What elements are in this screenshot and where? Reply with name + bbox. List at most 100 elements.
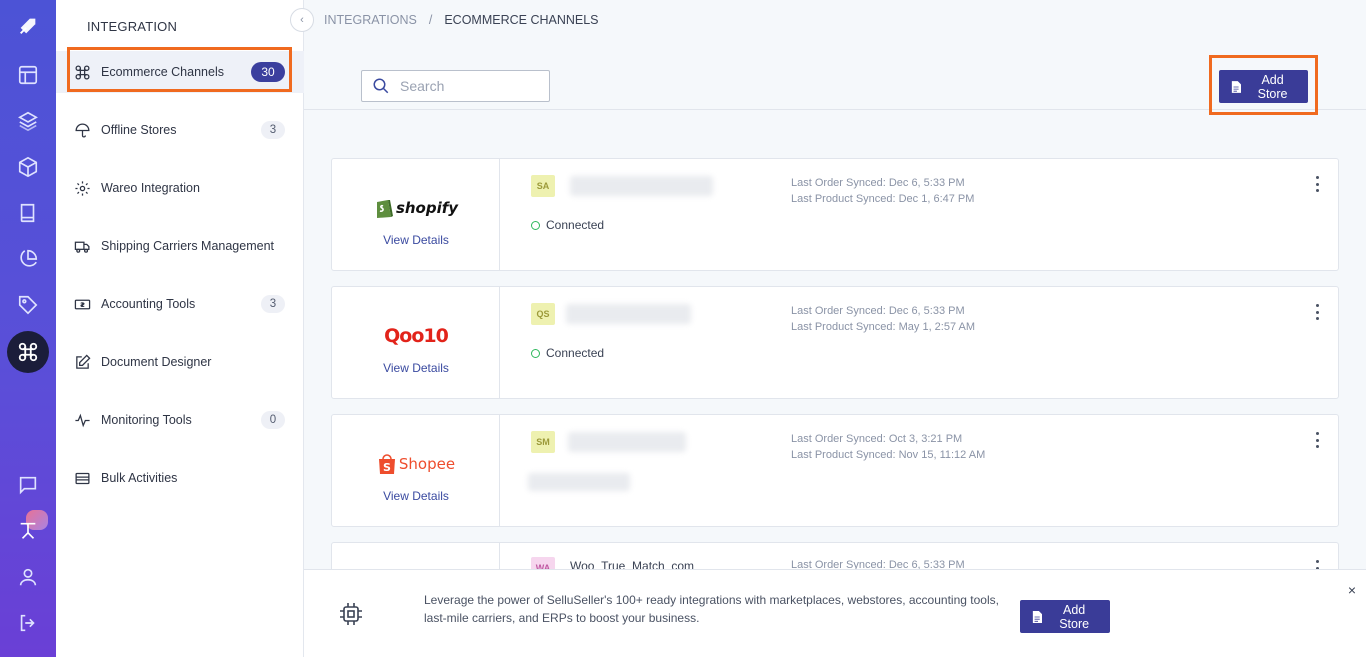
store-name-redacted [568, 432, 686, 452]
layout-icon[interactable] [14, 61, 42, 89]
more-options-icon[interactable] [1312, 304, 1322, 320]
add-store-button[interactable]: Add Store [1219, 70, 1308, 103]
last-product-synced: Last Product Synced: May 1, 2:57 AM [791, 321, 976, 333]
layers-icon[interactable] [14, 107, 42, 135]
store-name-redacted [566, 304, 691, 324]
command-icon [73, 63, 91, 81]
sidebar-item-monitoring-tools[interactable]: Monitoring Tools 0 [56, 399, 304, 441]
monitor-icon[interactable] [14, 517, 42, 545]
pie-chart-icon[interactable] [14, 245, 42, 273]
integration-command-icon[interactable] [7, 331, 49, 373]
sidebar-item-label: Ecommerce Channels [101, 65, 224, 79]
edit-icon [73, 353, 91, 371]
breadcrumb-separator: / [428, 13, 433, 27]
umbrella-icon [73, 121, 91, 139]
sidebar-item-label: Offline Stores [101, 123, 177, 137]
platform-cell: S Shopee View Details [332, 415, 500, 526]
connection-status: Connected [531, 346, 604, 360]
tag-icon[interactable] [14, 291, 42, 319]
store-card: shopify View Details SA Connected Last O… [331, 158, 1339, 271]
last-order-synced: Last Order Synced: Oct 3, 3:21 PM [791, 433, 963, 445]
sync-info: Last Order Synced: Dec 6, 5:33 PM Last P… [791, 303, 975, 335]
banner-add-store-button[interactable]: Add Store [1020, 600, 1110, 633]
gear-icon [73, 179, 91, 197]
add-store-label: Add Store [1257, 72, 1288, 101]
sync-info: Last Order Synced: Dec 6, 5:33 PM Last P… [791, 175, 974, 207]
sidebar-item-shipping-carriers[interactable]: Shipping Carriers Management [56, 225, 304, 267]
breadcrumb-current: ECOMMERCE CHANNELS [444, 13, 599, 27]
book-icon[interactable] [14, 199, 42, 227]
count-badge: 0 [261, 411, 285, 429]
count-badge: 3 [261, 295, 285, 313]
status-label: Connected [546, 346, 605, 360]
sidebar-item-wareo-integration[interactable]: Wareo Integration [56, 167, 304, 209]
count-badge: 30 [251, 62, 285, 82]
search-icon [373, 78, 389, 94]
status-redacted [528, 473, 630, 491]
store-avatar: SA [531, 175, 555, 197]
view-details-link[interactable]: View Details [332, 233, 500, 247]
shopee-logo: S Shopee [332, 451, 500, 477]
store-card: Qoo10 View Details QS Connected Last Ord… [331, 286, 1339, 399]
connection-status: Connected [531, 218, 604, 232]
sidebar-item-label: Document Designer [101, 355, 212, 369]
list-icon [73, 469, 91, 487]
logout-icon[interactable] [14, 609, 42, 637]
more-options-icon[interactable] [1312, 432, 1322, 448]
banner-add-store-label: Add Store [1059, 602, 1090, 631]
status-ring-icon [531, 220, 540, 230]
status-ring-icon [531, 348, 540, 358]
sidebar-item-bulk-activities[interactable]: Bulk Activities [56, 457, 304, 499]
search-input[interactable] [400, 78, 540, 94]
sidebar-item-ecommerce-channels[interactable]: Ecommerce Channels 30 [56, 51, 304, 93]
app-logo-icon[interactable] [14, 12, 42, 40]
document-icon [1231, 80, 1242, 93]
promo-banner: Leverage the power of SelluSeller's 100+… [304, 569, 1366, 657]
icon-rail [0, 0, 56, 657]
truck-icon [73, 237, 91, 255]
user-icon[interactable] [14, 563, 42, 591]
breadcrumb: INTEGRATIONS / ECOMMERCE CHANNELS [324, 13, 599, 27]
status-label: Connected [546, 218, 605, 232]
box-icon[interactable] [14, 153, 42, 181]
dollar-bill-icon [73, 295, 91, 313]
sidebar-item-document-designer[interactable]: Document Designer [56, 341, 304, 383]
document-icon [1032, 610, 1043, 623]
last-order-synced: Last Order Synced: Dec 6, 5:33 PM [791, 177, 965, 189]
last-product-synced: Last Product Synced: Dec 1, 6:47 PM [791, 193, 975, 205]
qoo10-logo: Qoo10 [384, 325, 449, 347]
chat-icon[interactable] [14, 471, 42, 499]
sidebar-item-label: Bulk Activities [101, 471, 178, 485]
last-order-synced: Last Order Synced: Dec 6, 5:33 PM [791, 305, 965, 317]
sidebar-item-offline-stores[interactable]: Offline Stores 3 [56, 109, 304, 151]
search-box[interactable] [361, 70, 550, 102]
platform-name: shopify [395, 199, 459, 217]
svg-text:S: S [383, 461, 391, 474]
sidebar-item-label: Shipping Carriers Management [101, 239, 275, 253]
platform-cell: shopify View Details [332, 159, 500, 270]
shopify-logo: shopify [332, 195, 500, 221]
sidebar-item-label: Wareo Integration [101, 181, 200, 195]
close-banner-icon[interactable]: × [1348, 582, 1356, 598]
more-options-icon[interactable] [1312, 176, 1322, 192]
view-details-link[interactable]: View Details [332, 489, 500, 503]
chip-icon [340, 603, 362, 625]
store-name-redacted [570, 176, 713, 196]
breadcrumb-root[interactable]: INTEGRATIONS [324, 13, 417, 27]
platform-cell: Qoo10 View Details [332, 287, 500, 398]
count-badge: 3 [261, 121, 285, 139]
promo-text: Leverage the power of SelluSeller's 100+… [424, 593, 999, 625]
store-avatar: QS [531, 303, 555, 325]
sidebar-item-label: Monitoring Tools [101, 413, 192, 427]
sync-info: Last Order Synced: Oct 3, 3:21 PM Last P… [791, 431, 985, 463]
sidebar-item-label: Accounting Tools [101, 297, 196, 311]
store-avatar: SM [531, 431, 555, 453]
activity-icon [73, 411, 91, 429]
collapse-sidebar-button[interactable]: ‹ [290, 8, 314, 32]
view-details-link[interactable]: View Details [332, 361, 500, 375]
integration-sidebar: INTEGRATION ‹ Ecommerce Channels 30 Offl… [56, 0, 314, 657]
sidebar-title: INTEGRATION [87, 19, 178, 34]
store-card: S Shopee View Details SM Last Order Sync… [331, 414, 1339, 527]
sidebar-item-accounting-tools[interactable]: Accounting Tools 3 [56, 283, 304, 325]
last-product-synced: Last Product Synced: Nov 15, 11:12 AM [791, 449, 986, 461]
